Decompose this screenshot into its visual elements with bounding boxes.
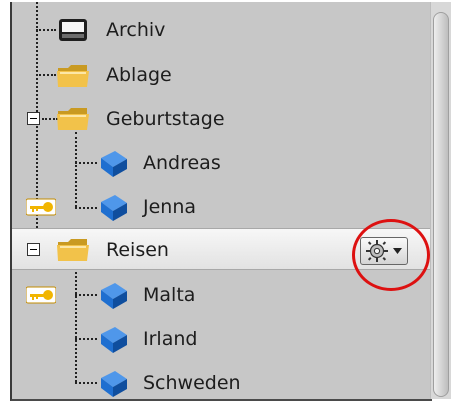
tree-item-label: Schweden (143, 372, 241, 394)
tree-item-label: Andreas (143, 152, 221, 174)
tree-item-label: Jenna (143, 196, 197, 218)
tree-item-label: Malta (143, 284, 196, 306)
tree-item-irland[interactable]: Irland (12, 318, 432, 358)
book-icon (101, 371, 127, 397)
tree-item-geburtstage[interactable]: Geburtstage (12, 98, 432, 138)
book-icon (101, 327, 127, 353)
tree-item-andreas[interactable]: Andreas (12, 142, 432, 182)
scrollbar-thumb[interactable] (433, 12, 449, 397)
collapse-toggle[interactable] (27, 112, 40, 125)
tree-item-label: Geburtstage (106, 108, 225, 130)
tree-item-jenna[interactable]: Jenna (12, 186, 432, 226)
folder-icon (57, 108, 89, 130)
book-icon (101, 283, 127, 309)
book-icon (101, 195, 127, 221)
folder-icon (57, 65, 89, 87)
tree-item-label: Irland (143, 328, 198, 350)
tree-item-schweden[interactable]: Schweden (12, 362, 432, 399)
tree-item-label: Ablage (106, 64, 172, 86)
tree-panel: Archiv Ablage Geburtstage Andreas Jenna … (10, 2, 432, 401)
book-icon (101, 151, 127, 177)
key-icon (26, 198, 56, 216)
archive-drive-icon (59, 19, 87, 41)
vertical-scrollbar[interactable] (430, 2, 451, 399)
tree-item-archiv[interactable]: Archiv (12, 10, 432, 50)
highlight-circle (352, 219, 430, 291)
key-icon (26, 286, 56, 304)
folder-icon (57, 239, 89, 261)
tree-item-label: Archiv (106, 19, 166, 41)
tree-item-label: Reisen (106, 239, 169, 261)
tree-item-ablage[interactable]: Ablage (12, 54, 432, 94)
collapse-toggle[interactable] (27, 243, 40, 256)
